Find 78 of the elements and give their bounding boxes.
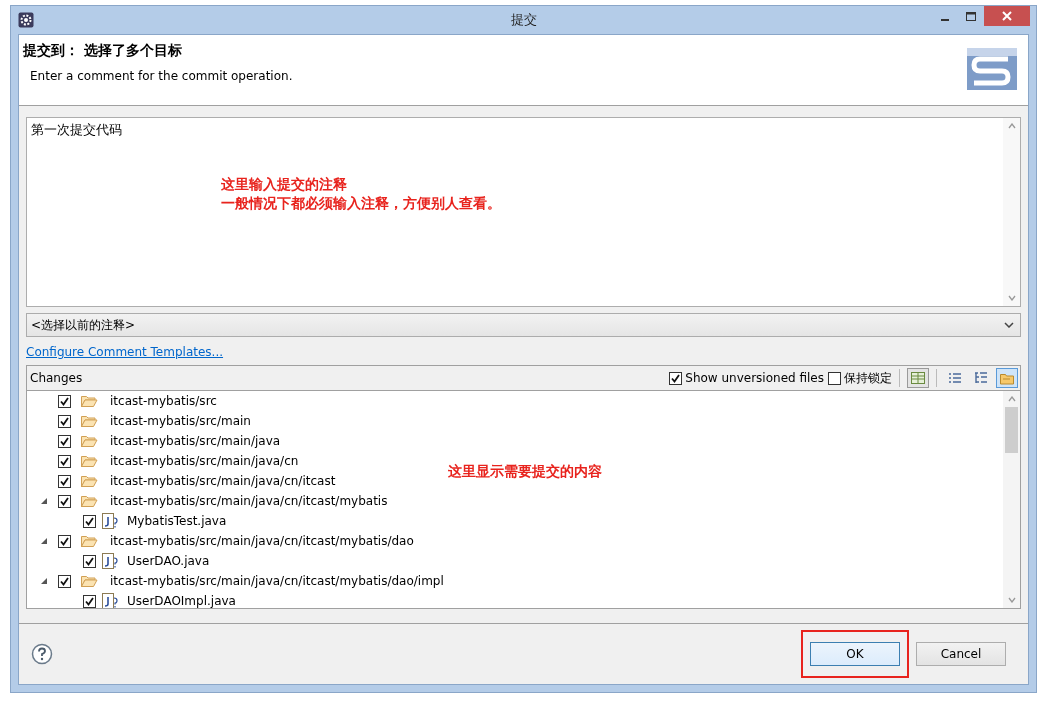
checkmark-icon xyxy=(670,372,682,384)
folder-icon xyxy=(80,474,98,488)
item-label: itcast-mybatis/src/main/java/cn/itcast xyxy=(110,474,336,488)
item-label: itcast-mybatis/src/main/java/cn/itcast/mybatis/dao/impl xyxy=(110,574,444,588)
item-label: itcast-mybatis/src xyxy=(110,394,217,408)
comment-text: 第一次提交代码 xyxy=(30,121,123,139)
checkbox[interactable] xyxy=(83,594,96,608)
scroll-up-icon[interactable] xyxy=(1007,396,1016,402)
tree-item[interactable]: itcast-mybatis/src/main/java/cn/itcast/mybatis/dao/impl xyxy=(27,571,444,591)
help-icon[interactable] xyxy=(31,643,53,665)
tree-item[interactable]: UserDAOImpl.java xyxy=(27,591,236,608)
logo-icon xyxy=(966,47,1018,91)
expand-icon[interactable] xyxy=(40,577,48,585)
folder-icon xyxy=(80,494,98,508)
window-title: 提交 xyxy=(510,11,537,29)
folder-icon xyxy=(80,574,98,588)
comment-field[interactable]: 第一次提交代码 这里输入提交的注释 一般情况下都必须输入注释，方便别人查看。 xyxy=(26,117,1021,307)
dialog-heading: 提交到： 选择了多个目标 xyxy=(23,42,183,60)
item-label: itcast-mybatis/src/main/java/cn xyxy=(110,454,299,468)
scroll-down-icon[interactable] xyxy=(1007,295,1016,301)
checkbox[interactable] xyxy=(83,554,96,568)
show-unversioned-checkbox[interactable]: Show unversioned files xyxy=(669,371,824,385)
ok-button[interactable]: OK xyxy=(810,642,900,666)
folder-icon xyxy=(80,394,98,408)
tree-item[interactable]: itcast-mybatis/src/main/java xyxy=(27,431,281,451)
close-icon[interactable] xyxy=(984,6,1030,26)
previous-comments-dropdown[interactable]: <选择以前的注释> xyxy=(26,313,1021,337)
expand-icon[interactable] xyxy=(40,497,48,505)
checkbox[interactable] xyxy=(58,414,71,428)
annotation-text: 这里输入提交的注释 一般情况下都必须输入注释，方便别人查看。 xyxy=(221,175,501,213)
item-label: MybatisTest.java xyxy=(127,514,227,528)
tree-item[interactable]: MybatisTest.java xyxy=(27,511,227,531)
checkbox[interactable] xyxy=(58,394,71,408)
item-label: UserDAO.java xyxy=(127,554,210,568)
gear-icon xyxy=(18,12,34,28)
grid-view-button[interactable] xyxy=(907,368,929,388)
tree-icon xyxy=(973,370,989,386)
expand-icon[interactable] xyxy=(40,537,48,545)
folder-icon xyxy=(80,414,98,428)
java-file-icon xyxy=(102,553,120,569)
annotation-text: 这里显示需要提交的内容 xyxy=(448,463,602,481)
tree-item[interactable]: UserDAO.java xyxy=(27,551,210,571)
configure-templates-link[interactable]: Configure Comment Templates... xyxy=(26,345,224,359)
changes-label: Changes xyxy=(30,371,83,385)
item-label: itcast-mybatis/src/main/java/cn/itcast/mybatis xyxy=(110,494,388,508)
table-icon xyxy=(910,370,926,386)
tree-item[interactable]: itcast-mybatis/src/main/java/cn xyxy=(27,451,299,471)
item-label: itcast-mybatis/src/main xyxy=(110,414,251,428)
checkbox[interactable] xyxy=(58,574,71,588)
checkbox[interactable] xyxy=(83,514,96,528)
keep-locks-checkbox[interactable]: 保持锁定 xyxy=(828,369,892,387)
tree-item[interactable]: itcast-mybatis/src xyxy=(27,391,217,411)
tree-item[interactable]: itcast-mybatis/src/main/java/cn/itcast/mybatis/dao xyxy=(27,531,414,551)
scroll-up-icon[interactable] xyxy=(1007,123,1016,129)
chevron-down-icon xyxy=(1004,322,1014,328)
cancel-button[interactable]: Cancel xyxy=(916,642,1006,666)
folder-icon xyxy=(80,454,98,468)
list-icon xyxy=(947,370,963,386)
scrollbar[interactable] xyxy=(1003,391,1020,608)
tree-item[interactable]: itcast-mybatis/src/main/java/cn/itcast/mybatis xyxy=(27,491,388,511)
scroll-thumb[interactable] xyxy=(1005,407,1018,453)
dialog-description: Enter a comment for the commit operation. xyxy=(30,69,294,83)
tree-item[interactable]: itcast-mybatis/src/main xyxy=(27,411,251,431)
checkbox[interactable] xyxy=(58,454,71,468)
folder-icon xyxy=(80,534,98,548)
checkbox[interactable] xyxy=(58,434,71,448)
item-label: itcast-mybatis/src/main/java/cn/itcast/mybatis/dao xyxy=(110,534,414,548)
item-label: itcast-mybatis/src/main/java xyxy=(110,434,281,448)
dropdown-value: <选择以前的注释> xyxy=(31,316,136,334)
item-label: UserDAOImpl.java xyxy=(127,594,236,608)
tree-item[interactable]: itcast-mybatis/src/main/java/cn/itcast xyxy=(27,471,336,491)
checkbox[interactable] xyxy=(58,534,71,548)
java-file-icon xyxy=(102,513,120,529)
folder-icon xyxy=(80,434,98,448)
scrollbar[interactable] xyxy=(1003,118,1020,306)
checkbox[interactable] xyxy=(58,494,71,508)
scroll-down-icon[interactable] xyxy=(1007,597,1016,603)
checkbox[interactable] xyxy=(58,474,71,488)
